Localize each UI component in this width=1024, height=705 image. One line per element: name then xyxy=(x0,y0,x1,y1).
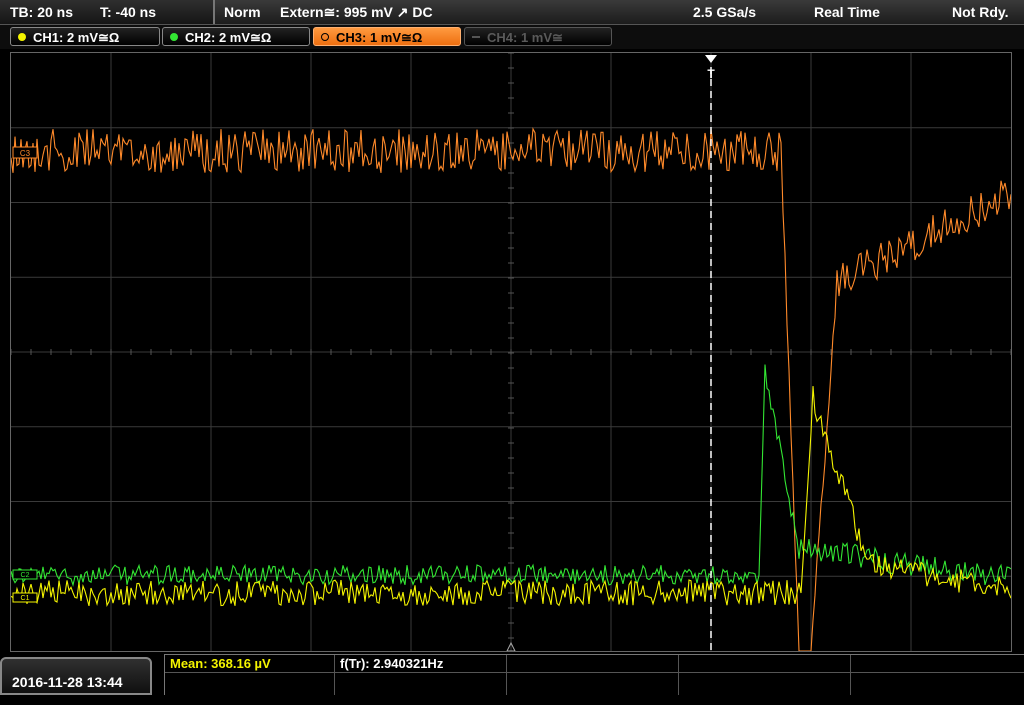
waveform-display[interactable]: T C3 C2 C1 xyxy=(10,52,1012,652)
measurement-slot-5[interactable] xyxy=(851,655,1024,673)
channel-3-button[interactable]: CH3: 1 mV≅Ω xyxy=(313,27,461,46)
measurement-slot-9[interactable] xyxy=(679,673,851,695)
channel-4-label: CH4: 1 mV≅ xyxy=(487,30,563,45)
mean-measurement[interactable]: Mean: 368.16 µV xyxy=(165,655,335,673)
date-time-box[interactable]: 2016-11-28 13:44 xyxy=(0,657,152,695)
waveform-canvas[interactable]: T C3 C2 C1 xyxy=(10,52,1012,652)
channel-4-off-icon xyxy=(472,36,480,38)
sample-rate-label[interactable]: 2.5 GSa/s xyxy=(693,0,756,24)
timebase-label[interactable]: TB: 20 ns xyxy=(10,0,73,24)
channel-3-label: CH3: 1 mV≅Ω xyxy=(336,30,423,45)
trigger-source-label[interactable]: Extern≅: 995 mV ↗ DC xyxy=(280,0,433,24)
measurement-slot-7[interactable] xyxy=(335,673,507,695)
acquisition-mode-label[interactable]: Real Time xyxy=(814,0,880,24)
timebase-box[interactable]: TB: 20 ns T: -40 ns xyxy=(0,0,215,24)
channel-3-dot-icon xyxy=(321,33,329,41)
measurement-slot-8[interactable] xyxy=(507,673,679,695)
trigger-marker-label: T xyxy=(707,67,715,81)
channel-2-button[interactable]: CH2: 2 mV≅Ω xyxy=(162,27,310,46)
channel-3-ground-marker: C3 xyxy=(12,146,38,159)
measurement-slot-10[interactable] xyxy=(851,673,1024,695)
channel-2-label: CH2: 2 mV≅Ω xyxy=(185,30,272,45)
channel-3-marker-label: C3 xyxy=(20,149,31,158)
channel-bar: CH1: 2 mV≅Ω CH2: 2 mV≅Ω CH3: 1 mV≅Ω CH4:… xyxy=(0,25,1024,49)
measurement-slot-4[interactable] xyxy=(679,655,851,673)
channel-1-dot-icon xyxy=(18,33,26,41)
run-status-label[interactable]: Not Rdy. xyxy=(952,0,1009,24)
trigger-arrow-icon xyxy=(705,55,717,63)
channel-1-button[interactable]: CH1: 2 mV≅Ω xyxy=(10,27,160,46)
measurement-slot-3[interactable] xyxy=(507,655,679,673)
date-time-label: 2016-11-28 13:44 xyxy=(12,674,123,690)
channel-2-marker-label: C2 xyxy=(21,572,30,579)
channel-2-ground-marker: C2 xyxy=(12,569,38,580)
channel-1-label: CH1: 2 mV≅Ω xyxy=(33,30,120,45)
graticule-grid xyxy=(10,52,1012,651)
channel-4-button[interactable]: CH4: 1 mV≅ xyxy=(464,27,612,46)
channel-1-marker-label: C1 xyxy=(21,595,30,602)
trigger-mode-label[interactable]: Norm xyxy=(224,0,261,24)
top-status-bar: TB: 20 ns T: -40 ns Norm Extern≅: 995 mV… xyxy=(0,0,1024,25)
frequency-measurement[interactable]: f(Tr): 2.940321Hz xyxy=(335,655,507,673)
channel-1-ground-marker: C1 xyxy=(12,592,38,603)
measurement-slot-6[interactable] xyxy=(165,673,335,695)
trigger-time-label[interactable]: T: -40 ns xyxy=(100,0,156,24)
channel-2-dot-icon xyxy=(170,33,178,41)
measurement-panel[interactable]: Mean: 368.16 µV f(Tr): 2.940321Hz xyxy=(164,654,1024,695)
